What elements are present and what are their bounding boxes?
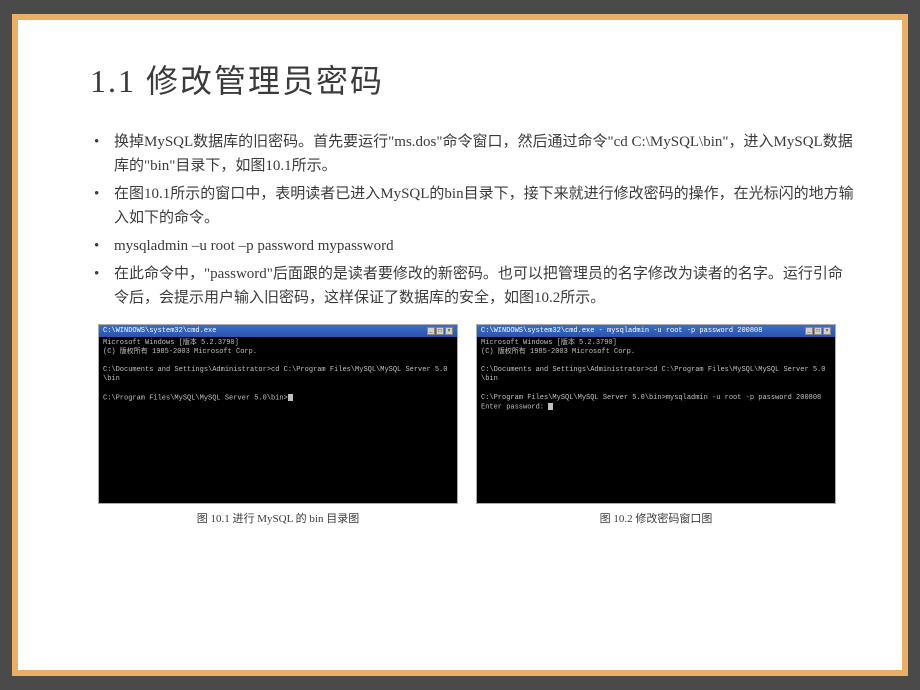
bullet-item: 换掉MySQL数据库的旧密码。首先要运行"ms.dos"命令窗口，然后通过命令"… <box>90 130 854 178</box>
close-icon: × <box>445 327 453 335</box>
terminal-line: Microsoft Windows [版本 5.2.3790] <box>103 339 239 347</box>
terminal-line: C:\Documents and Settings\Administrator>… <box>481 366 825 383</box>
terminal-titlebar: C:\WINDOWS\system32\cmd.exe - mysqladmin… <box>477 325 835 337</box>
terminal-line: Microsoft Windows [版本 5.2.3790] <box>481 339 617 347</box>
terminal-title-text: C:\WINDOWS\system32\cmd.exe <box>103 327 216 335</box>
content-area: 换掉MySQL数据库的旧密码。首先要运行"ms.dos"命令窗口，然后通过命令"… <box>90 130 854 310</box>
cursor-icon <box>548 403 553 410</box>
window-controls: _ □ × <box>805 327 831 335</box>
terminal-line: C:\Documents and Settings\Administrator>… <box>103 366 447 383</box>
bullet-item: mysqladmin –u root –p password mypasswor… <box>90 234 854 258</box>
bullet-item: 在图10.1所示的窗口中，表明读者已进入MySQL的bin目录下，接下来就进行修… <box>90 182 854 230</box>
slide-title: 1.1 修改管理员密码 <box>90 56 854 102</box>
screenshot-caption-2: 图 10.2 修改密码窗口图 <box>600 510 713 526</box>
slide: 1.1 修改管理员密码 换掉MySQL数据库的旧密码。首先要运行"ms.dos"… <box>12 14 908 676</box>
terminal-window-1: C:\WINDOWS\system32\cmd.exe _ □ × Micros… <box>98 324 458 504</box>
screenshots-row: C:\WINDOWS\system32\cmd.exe _ □ × Micros… <box>98 324 854 526</box>
maximize-icon: □ <box>436 327 444 335</box>
screenshot-caption-1: 图 10.1 进行 MySQL 的 bin 目录图 <box>197 510 359 526</box>
screenshot-2: C:\WINDOWS\system32\cmd.exe - mysqladmin… <box>476 324 836 526</box>
terminal-body: Microsoft Windows [版本 5.2.3790] (C) 版权所有… <box>99 337 457 503</box>
cursor-icon <box>288 394 293 401</box>
terminal-line: (C) 版权所有 1985-2003 Microsoft Corp. <box>481 348 635 356</box>
maximize-icon: □ <box>814 327 822 335</box>
terminal-line: (C) 版权所有 1985-2003 Microsoft Corp. <box>103 348 257 356</box>
terminal-line: Enter password: <box>481 403 544 411</box>
minimize-icon: _ <box>805 327 813 335</box>
terminal-body: Microsoft Windows [版本 5.2.3790] (C) 版权所有… <box>477 337 835 503</box>
terminal-line: C:\Program Files\MySQL\MySQL Server 5.0\… <box>103 394 288 402</box>
minimize-icon: _ <box>427 327 435 335</box>
close-icon: × <box>823 327 831 335</box>
screenshot-1: C:\WINDOWS\system32\cmd.exe _ □ × Micros… <box>98 324 458 526</box>
terminal-titlebar: C:\WINDOWS\system32\cmd.exe _ □ × <box>99 325 457 337</box>
terminal-title-text: C:\WINDOWS\system32\cmd.exe - mysqladmin… <box>481 327 762 335</box>
bullet-item: 在此命令中，"password"后面跟的是读者要修改的新密码。也可以把管理员的名… <box>90 262 854 310</box>
window-controls: _ □ × <box>427 327 453 335</box>
terminal-window-2: C:\WINDOWS\system32\cmd.exe - mysqladmin… <box>476 324 836 504</box>
bullet-list: 换掉MySQL数据库的旧密码。首先要运行"ms.dos"命令窗口，然后通过命令"… <box>90 130 854 310</box>
terminal-line: C:\Program Files\MySQL\MySQL Server 5.0\… <box>481 394 821 402</box>
